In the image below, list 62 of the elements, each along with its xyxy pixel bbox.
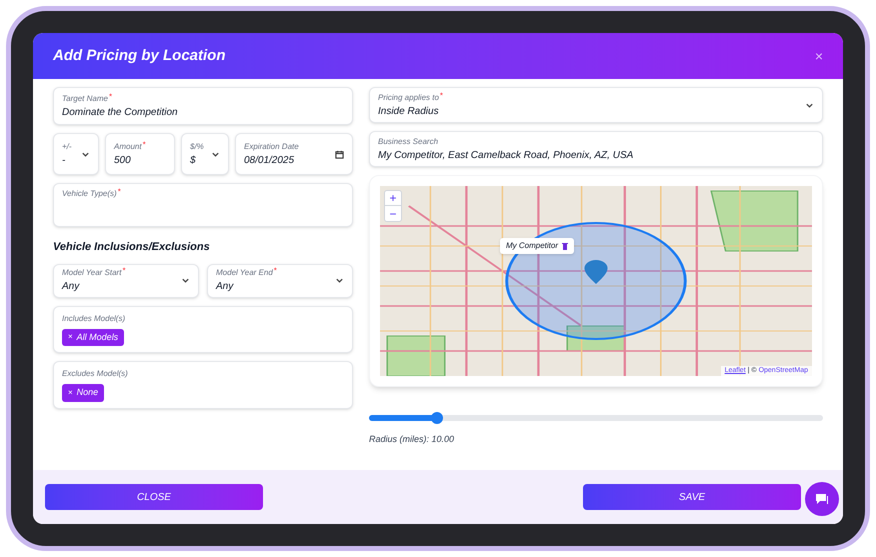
field-value: Any [62,280,81,294]
field-label: Model Year End [216,267,273,279]
required-mark: * [108,92,112,100]
radius-reading: Radius (miles): 10.00 [369,433,456,446]
remove-icon[interactable]: × [68,333,73,342]
required-mark: * [118,188,121,196]
dialog-title: Add Pricing by Location [53,46,226,66]
field-value: - [62,154,66,168]
field-value: My Competitor, East Camelback Road, Phoenix, AZ, USA [378,148,634,162]
chevron-down-icon [335,276,344,285]
remove-icon[interactable]: × [68,388,73,397]
multiselect-field[interactable]: Excludes Model(s) × None [53,361,353,408]
chevron-down-icon [805,100,814,110]
zoom-out-button[interactable]: − [385,206,401,221]
select-field[interactable]: Model Year Start* Any [53,264,199,298]
required-mark: * [122,267,126,275]
input-field[interactable]: Target Name* Dominate the Competition [53,87,353,125]
select-field[interactable]: Vehicle Type(s)* [53,183,353,227]
calendar-icon[interactable] [335,150,344,158]
section-heading: Vehicle Inclusions/Exclusions [53,240,211,255]
required-mark: * [142,140,146,148]
field-value: 500 [114,154,132,168]
select-field[interactable]: $/% $ [181,133,229,175]
slider-track[interactable] [369,415,823,421]
search-field[interactable]: Business Search My Competitor, East Camelback Road, Phoenix, AZ, USA [369,131,823,167]
field-value: $ [190,154,197,168]
field-label: +/- [62,140,72,152]
save-button[interactable]: SAVE [583,484,801,510]
field-value: 08/01/2025 [244,154,296,168]
select-field[interactable]: Model Year End* Any [207,264,353,298]
field-value: Any [216,280,235,294]
zoom-in-button[interactable]: + [385,191,401,206]
field-label: Expiration Date [244,140,299,152]
field-label: Amount [114,140,142,152]
chevron-down-icon [211,150,220,158]
slider-thumb[interactable] [431,412,444,424]
required-mark: * [440,92,444,100]
input-field[interactable]: Amount* 500 [105,133,175,175]
model-chip[interactable]: × None [62,384,104,402]
close-button[interactable]: CLOSE [45,484,263,510]
trash-icon[interactable] [562,242,568,250]
chip-label: All Models [76,330,118,344]
chip-label: None [76,386,98,399]
model-chip[interactable]: × All Models [62,328,124,346]
date-field[interactable]: Expiration Date 08/01/2025 [235,133,353,175]
field-value: Dominate the Competition [62,106,179,120]
select-field[interactable]: Pricing applies to* Inside Radius [369,87,823,123]
popup-text: My Competitor [506,240,558,252]
field-label: Model Year Start [62,268,122,279]
chevron-down-icon [81,150,90,158]
field-label: Target Name [62,92,108,104]
field-label: Excludes Model(s) [62,368,128,380]
field-label: $/% [190,140,204,152]
field-label: Vehicle Type(s) [62,188,117,200]
multiselect-field[interactable]: Includes Model(s) × All Models [53,306,353,353]
field-label: Includes Model(s) [62,312,126,324]
chevron-down-icon [181,276,190,285]
select-field[interactable]: +/- - [53,133,99,175]
required-mark: * [274,267,277,275]
field-label: Pricing applies to [378,92,439,104]
field-value: Inside Radius [378,104,440,118]
field-label: Business Search [378,136,438,148]
